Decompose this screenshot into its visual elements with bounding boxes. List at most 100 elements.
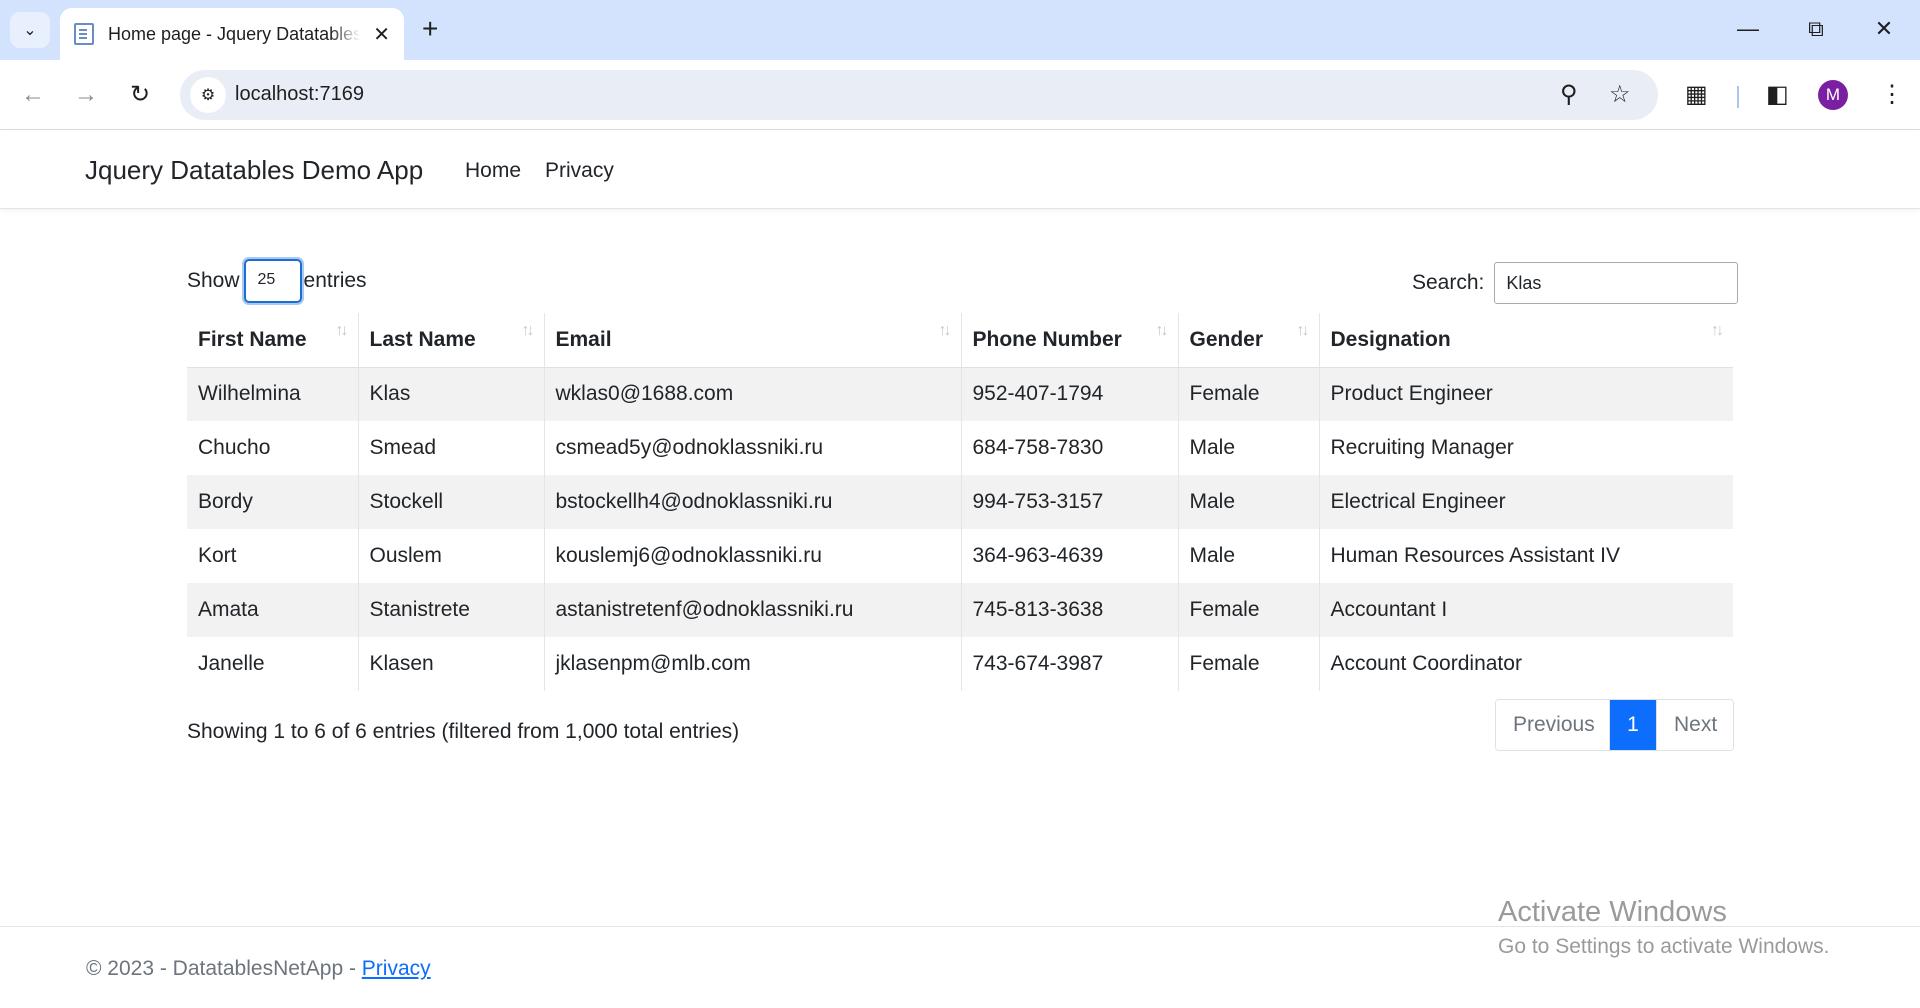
table-cell: Recruiting Manager xyxy=(1318,421,1733,475)
close-tab-icon[interactable]: ✕ xyxy=(373,22,390,47)
column-header-first-name[interactable]: First Name ↑↓ xyxy=(187,313,358,368)
table-cell: Stanistrete xyxy=(357,583,544,637)
search-label: Search: xyxy=(1412,271,1485,294)
sort-arrows-icon: ↑↓ xyxy=(1711,322,1724,339)
table-cell: 994-753-3157 xyxy=(960,475,1178,529)
tab-title: Home page - Jquery Datatables Demo App xyxy=(108,23,360,44)
sort-arrows-icon: ↑↓ xyxy=(521,322,535,339)
table-cell: wklas0@1688.com xyxy=(543,367,961,421)
table-cell: Male xyxy=(1177,529,1319,583)
table-cell: 745-813-3638 xyxy=(960,583,1178,637)
copyright-text: © 2023 - DatatablesNetApp - xyxy=(86,957,362,980)
table-cell: Product Engineer xyxy=(1318,367,1733,421)
table-row: Bordy Stockell bstockellh4@odnoklassniki… xyxy=(187,475,1733,529)
column-header-label: First Name xyxy=(198,327,307,351)
table-cell: Chucho xyxy=(198,436,271,459)
nav-link-privacy[interactable]: Privacy xyxy=(545,159,614,183)
more-menu-icon[interactable]: ⋮ xyxy=(1880,79,1904,111)
chevron-down-icon: ⌄ xyxy=(23,22,37,39)
table-cell: Stockell xyxy=(357,475,544,529)
tab-search-button[interactable]: ⌄ xyxy=(10,12,50,48)
site-settings-icon[interactable]: ⚙ xyxy=(190,77,226,113)
show-label: Show xyxy=(187,269,240,292)
previous-page-button[interactable]: Previous xyxy=(1496,700,1610,750)
table-cell: Kort xyxy=(198,544,237,567)
table-row: Kort Ouslem kouslemj6@odnoklassniki.ru 3… xyxy=(187,529,1733,583)
table-cell: 952-407-1794 xyxy=(960,367,1178,421)
column-header-email[interactable]: Email ↑↓ xyxy=(543,313,961,368)
table-cell: 743-674-3987 xyxy=(960,637,1178,691)
next-page-button[interactable]: Next xyxy=(1656,700,1733,750)
column-header-gender[interactable]: Gender ↑↓ xyxy=(1177,313,1319,368)
side-panel-icon[interactable]: ◧ xyxy=(1766,79,1789,111)
table-cell: Human Resources Assistant IV xyxy=(1318,529,1733,583)
address-bar[interactable]: ⚙ localhost:7169 ⚲ ☆ xyxy=(180,70,1658,120)
search-input[interactable]: Klas xyxy=(1494,262,1739,304)
page-1-button[interactable]: 1 xyxy=(1610,700,1656,750)
employees-table: First Name ↑↓ Last Name ↑↓ Email ↑↓ Phone N… xyxy=(187,313,1733,691)
table-cell: jklasenpm@mlb.com xyxy=(543,637,961,691)
minimize-icon[interactable]: — xyxy=(1728,12,1768,46)
browser-toolbar: ← → ↻ ⚙ localhost:7169 ⚲ ☆ ▦ ◧ M ⋮ xyxy=(0,60,1920,130)
bookmark-star-icon[interactable]: ☆ xyxy=(1609,79,1631,111)
table-header-row: First Name ↑↓ Last Name ↑↓ Email ↑↓ Phone N… xyxy=(187,313,1733,368)
table-cell: Female xyxy=(1177,637,1319,691)
column-header-designation[interactable]: Designation ↑↓ xyxy=(1318,313,1733,368)
table-cell: bstockellh4@odnoklassniki.ru xyxy=(543,475,961,529)
sort-arrows-icon: ↑↓ xyxy=(1155,322,1169,339)
nav-link-home[interactable]: Home xyxy=(465,159,521,183)
back-arrow-icon[interactable]: ← xyxy=(15,77,51,113)
table-cell: kouslemj6@odnoklassniki.ru xyxy=(543,529,961,583)
page-length-select[interactable]: 25 xyxy=(243,259,302,303)
table-cell: Male xyxy=(1177,421,1319,475)
toolbar-divider xyxy=(1737,86,1739,108)
entries-label: entries xyxy=(303,269,367,292)
site-footer: © 2023 - DatatablesNetApp - Privacy xyxy=(0,926,1920,1008)
reload-icon[interactable]: ↻ xyxy=(122,77,158,113)
column-header-label: Gender xyxy=(1189,327,1264,351)
pagination: Previous 1 Next xyxy=(1495,699,1734,751)
sort-arrows-icon: ↑↓ xyxy=(1296,322,1310,339)
browser-tab-strip: ⌄ Home page - Jquery Datatables Demo App… xyxy=(0,0,1920,60)
table-cell: Female xyxy=(1177,367,1319,421)
column-header-last-name[interactable]: Last Name ↑↓ xyxy=(357,313,544,368)
sort-arrows-icon: ↑↓ xyxy=(335,322,349,339)
page-length-control: Show 25 entries xyxy=(187,259,367,303)
column-header-label: Phone Number xyxy=(972,327,1122,351)
table-cell: Smead xyxy=(357,421,544,475)
navbar-brand[interactable]: Jquery Datatables Demo App xyxy=(85,155,423,186)
footer-text: © 2023 - DatatablesNetApp - Privacy xyxy=(86,957,431,981)
close-window-icon[interactable]: ✕ xyxy=(1864,12,1904,46)
table-cell: Bordy xyxy=(187,475,358,529)
table-cell: Wilhelmina xyxy=(187,367,358,421)
column-header-label: Last Name xyxy=(369,327,476,351)
browser-tab-active[interactable]: Home page - Jquery Datatables Demo App ✕ xyxy=(60,8,404,60)
url-text[interactable]: localhost:7169 xyxy=(235,83,364,106)
table-cell: Account Coordinator xyxy=(1318,637,1733,691)
table-cell: 684-758-7830 xyxy=(960,421,1178,475)
zoom-magnifier-icon[interactable]: ⚲ xyxy=(1560,79,1578,111)
extensions-puzzle-icon[interactable]: ▦ xyxy=(1685,79,1708,111)
table-cell: Electrical Engineer xyxy=(1318,475,1733,529)
table-cell: Amata xyxy=(187,583,358,637)
table-cell: 364-963-4639 xyxy=(960,529,1178,583)
table-cell: astanistretenf@odnoklassniki.ru xyxy=(543,583,961,637)
page-favicon-icon xyxy=(74,23,94,45)
profile-avatar[interactable]: M xyxy=(1818,80,1848,110)
web-page: Jquery Datatables Demo App Home Privacy … xyxy=(0,131,1920,1008)
table-cell: csmead5y@odnoklassniki.ru xyxy=(543,421,961,475)
table-cell: Janelle xyxy=(198,652,265,675)
sort-arrows-icon: ↑↓ xyxy=(938,322,952,339)
table-row: Janelle Klasen jklasenpm@mlb.com 743-674… xyxy=(187,637,1733,691)
table-info-text: Showing 1 to 6 of 6 entries (filtered fr… xyxy=(187,720,740,743)
table-cell: Klasen xyxy=(357,637,544,691)
table-cell: Klas xyxy=(357,367,544,421)
restore-window-icon[interactable]: ⧉ xyxy=(1796,12,1836,46)
forward-arrow-icon[interactable]: → xyxy=(68,77,104,113)
table-cell: Ouslem xyxy=(357,529,544,583)
footer-privacy-link[interactable]: Privacy xyxy=(362,957,431,980)
table-cell: Accountant I xyxy=(1318,583,1733,637)
search-control: Search: Klas xyxy=(1412,262,1739,304)
column-header-phone[interactable]: Phone Number ↑↓ xyxy=(960,313,1178,368)
new-tab-plus-icon[interactable]: + xyxy=(422,14,438,44)
